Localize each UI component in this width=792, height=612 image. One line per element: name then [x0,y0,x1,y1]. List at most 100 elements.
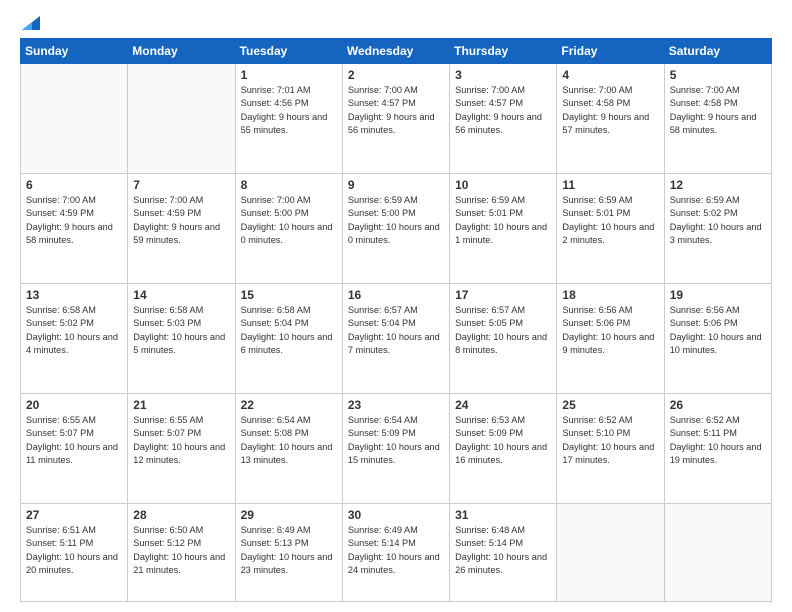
calendar-cell: 2Sunrise: 7:00 AM Sunset: 4:57 PM Daylig… [342,64,449,174]
day-info: Sunrise: 6:48 AM Sunset: 5:14 PM Dayligh… [455,524,551,577]
calendar-cell [557,504,664,602]
day-info: Sunrise: 6:59 AM Sunset: 5:01 PM Dayligh… [455,194,551,247]
day-number: 14 [133,288,229,302]
day-info: Sunrise: 6:56 AM Sunset: 5:06 PM Dayligh… [670,304,766,357]
day-info: Sunrise: 6:49 AM Sunset: 5:13 PM Dayligh… [241,524,337,577]
calendar-cell: 23 Sunrise: 6:54 AM Sunset: 5:09 PM Dayli… [342,394,449,504]
day-number: 12 [670,178,766,192]
weekday-header-wednesday: Wednesday [342,39,449,64]
day-number: 1 [241,68,337,82]
header [20,16,772,30]
day-info: Sunrise: 6:54 AM Sunset: 5:09 PM Dayligh… [348,414,444,467]
page: SundayMondayTuesdayWednesdayThursdayFrid… [0,0,792,612]
calendar-cell: 24 Sunrise: 6:53 AM Sunset: 5:09 PM Dayli… [450,394,557,504]
day-number: 6 [26,178,122,192]
day-info: Sunrise: 6:58 AM Sunset: 5:03 PM Dayligh… [133,304,229,357]
calendar-week-row: 20 Sunrise: 6:55 AM Sunset: 5:07 PM Dayli… [21,394,772,504]
calendar-cell: 21 Sunrise: 6:55 AM Sunset: 5:07 PM Dayli… [128,394,235,504]
weekday-header-thursday: Thursday [450,39,557,64]
day-info: Sunrise: 7:00 AM Sunset: 5:00 PM Dayligh… [241,194,337,247]
day-info: Sunrise: 6:49 AM Sunset: 5:14 PM Dayligh… [348,524,444,577]
calendar-cell: 8 Sunrise: 7:00 AM Sunset: 5:00 PM Daylig… [235,174,342,284]
calendar-week-row: 27 Sunrise: 6:51 AM Sunset: 5:11 PM Dayli… [21,504,772,602]
calendar-cell: 5Sunrise: 7:00 AM Sunset: 4:58 PM Daylig… [664,64,771,174]
day-info: Sunrise: 7:00 AM Sunset: 4:58 PM Dayligh… [562,84,658,137]
calendar-week-row: 6 Sunrise: 7:00 AM Sunset: 4:59 PM Daylig… [21,174,772,284]
day-number: 20 [26,398,122,412]
calendar-cell: 25Sunrise: 6:52 AM Sunset: 5:10 PM Dayli… [557,394,664,504]
day-info: Sunrise: 6:59 AM Sunset: 5:01 PM Dayligh… [562,194,658,247]
logo-icon [22,16,40,30]
day-number: 22 [241,398,337,412]
weekday-header-sunday: Sunday [21,39,128,64]
calendar-table: SundayMondayTuesdayWednesdayThursdayFrid… [20,38,772,602]
day-number: 16 [348,288,444,302]
day-number: 18 [562,288,658,302]
calendar-cell: 4Sunrise: 7:00 AM Sunset: 4:58 PM Daylig… [557,64,664,174]
day-info: Sunrise: 7:00 AM Sunset: 4:57 PM Dayligh… [455,84,551,137]
calendar-cell: 1 Sunrise: 7:01 AM Sunset: 4:56 PM Daylig… [235,64,342,174]
day-number: 5 [670,68,766,82]
calendar-cell: 31 Sunrise: 6:48 AM Sunset: 5:14 PM Dayli… [450,504,557,602]
day-info: Sunrise: 6:52 AM Sunset: 5:11 PM Dayligh… [670,414,766,467]
day-info: Sunrise: 6:55 AM Sunset: 5:07 PM Dayligh… [133,414,229,467]
day-info: Sunrise: 7:01 AM Sunset: 4:56 PM Dayligh… [241,84,337,137]
day-info: Sunrise: 7:00 AM Sunset: 4:59 PM Dayligh… [133,194,229,247]
day-number: 8 [241,178,337,192]
day-number: 10 [455,178,551,192]
day-number: 19 [670,288,766,302]
day-info: Sunrise: 7:00 AM Sunset: 4:59 PM Dayligh… [26,194,122,247]
day-info: Sunrise: 6:58 AM Sunset: 5:04 PM Dayligh… [241,304,337,357]
day-number: 29 [241,508,337,522]
day-info: Sunrise: 6:51 AM Sunset: 5:11 PM Dayligh… [26,524,122,577]
calendar-cell: 11 Sunrise: 6:59 AM Sunset: 5:01 PM Dayli… [557,174,664,284]
day-number: 13 [26,288,122,302]
day-number: 30 [348,508,444,522]
day-number: 24 [455,398,551,412]
calendar-cell [128,64,235,174]
calendar-cell: 19 Sunrise: 6:56 AM Sunset: 5:06 PM Dayli… [664,284,771,394]
calendar-cell: 14 Sunrise: 6:58 AM Sunset: 5:03 PM Dayli… [128,284,235,394]
weekday-header-monday: Monday [128,39,235,64]
calendar-cell: 30 Sunrise: 6:49 AM Sunset: 5:14 PM Dayli… [342,504,449,602]
day-number: 11 [562,178,658,192]
day-info: Sunrise: 6:57 AM Sunset: 5:05 PM Dayligh… [455,304,551,357]
day-info: Sunrise: 6:54 AM Sunset: 5:08 PM Dayligh… [241,414,337,467]
calendar-cell: 3Sunrise: 7:00 AM Sunset: 4:57 PM Daylig… [450,64,557,174]
calendar-cell [21,64,128,174]
day-number: 9 [348,178,444,192]
calendar-cell [664,504,771,602]
calendar-cell: 15 Sunrise: 6:58 AM Sunset: 5:04 PM Dayli… [235,284,342,394]
calendar-week-row: 1 Sunrise: 7:01 AM Sunset: 4:56 PM Daylig… [21,64,772,174]
day-number: 15 [241,288,337,302]
day-info: Sunrise: 6:53 AM Sunset: 5:09 PM Dayligh… [455,414,551,467]
day-info: Sunrise: 6:52 AM Sunset: 5:10 PM Dayligh… [562,414,658,467]
calendar-cell: 27 Sunrise: 6:51 AM Sunset: 5:11 PM Dayli… [21,504,128,602]
calendar-cell: 22 Sunrise: 6:54 AM Sunset: 5:08 PM Dayli… [235,394,342,504]
weekday-header-friday: Friday [557,39,664,64]
day-number: 26 [670,398,766,412]
calendar-cell: 7 Sunrise: 7:00 AM Sunset: 4:59 PM Daylig… [128,174,235,284]
day-info: Sunrise: 6:56 AM Sunset: 5:06 PM Dayligh… [562,304,658,357]
day-number: 7 [133,178,229,192]
calendar-cell: 28Sunrise: 6:50 AM Sunset: 5:12 PM Dayli… [128,504,235,602]
calendar-cell: 17 Sunrise: 6:57 AM Sunset: 5:05 PM Dayli… [450,284,557,394]
calendar-cell: 20Sunrise: 6:55 AM Sunset: 5:07 PM Dayli… [21,394,128,504]
weekday-header-row: SundayMondayTuesdayWednesdayThursdayFrid… [21,39,772,64]
day-number: 2 [348,68,444,82]
day-number: 23 [348,398,444,412]
calendar-cell: 13Sunrise: 6:58 AM Sunset: 5:02 PM Dayli… [21,284,128,394]
day-number: 21 [133,398,229,412]
calendar-cell: 6 Sunrise: 7:00 AM Sunset: 4:59 PM Daylig… [21,174,128,284]
day-info: Sunrise: 6:59 AM Sunset: 5:02 PM Dayligh… [670,194,766,247]
day-number: 28 [133,508,229,522]
calendar-cell: 26 Sunrise: 6:52 AM Sunset: 5:11 PM Dayli… [664,394,771,504]
calendar-cell: 12 Sunrise: 6:59 AM Sunset: 5:02 PM Dayli… [664,174,771,284]
calendar-cell: 18 Sunrise: 6:56 AM Sunset: 5:06 PM Dayli… [557,284,664,394]
weekday-header-tuesday: Tuesday [235,39,342,64]
day-number: 17 [455,288,551,302]
calendar-cell: 9Sunrise: 6:59 AM Sunset: 5:00 PM Daylig… [342,174,449,284]
logo [20,16,40,30]
day-number: 27 [26,508,122,522]
day-number: 31 [455,508,551,522]
